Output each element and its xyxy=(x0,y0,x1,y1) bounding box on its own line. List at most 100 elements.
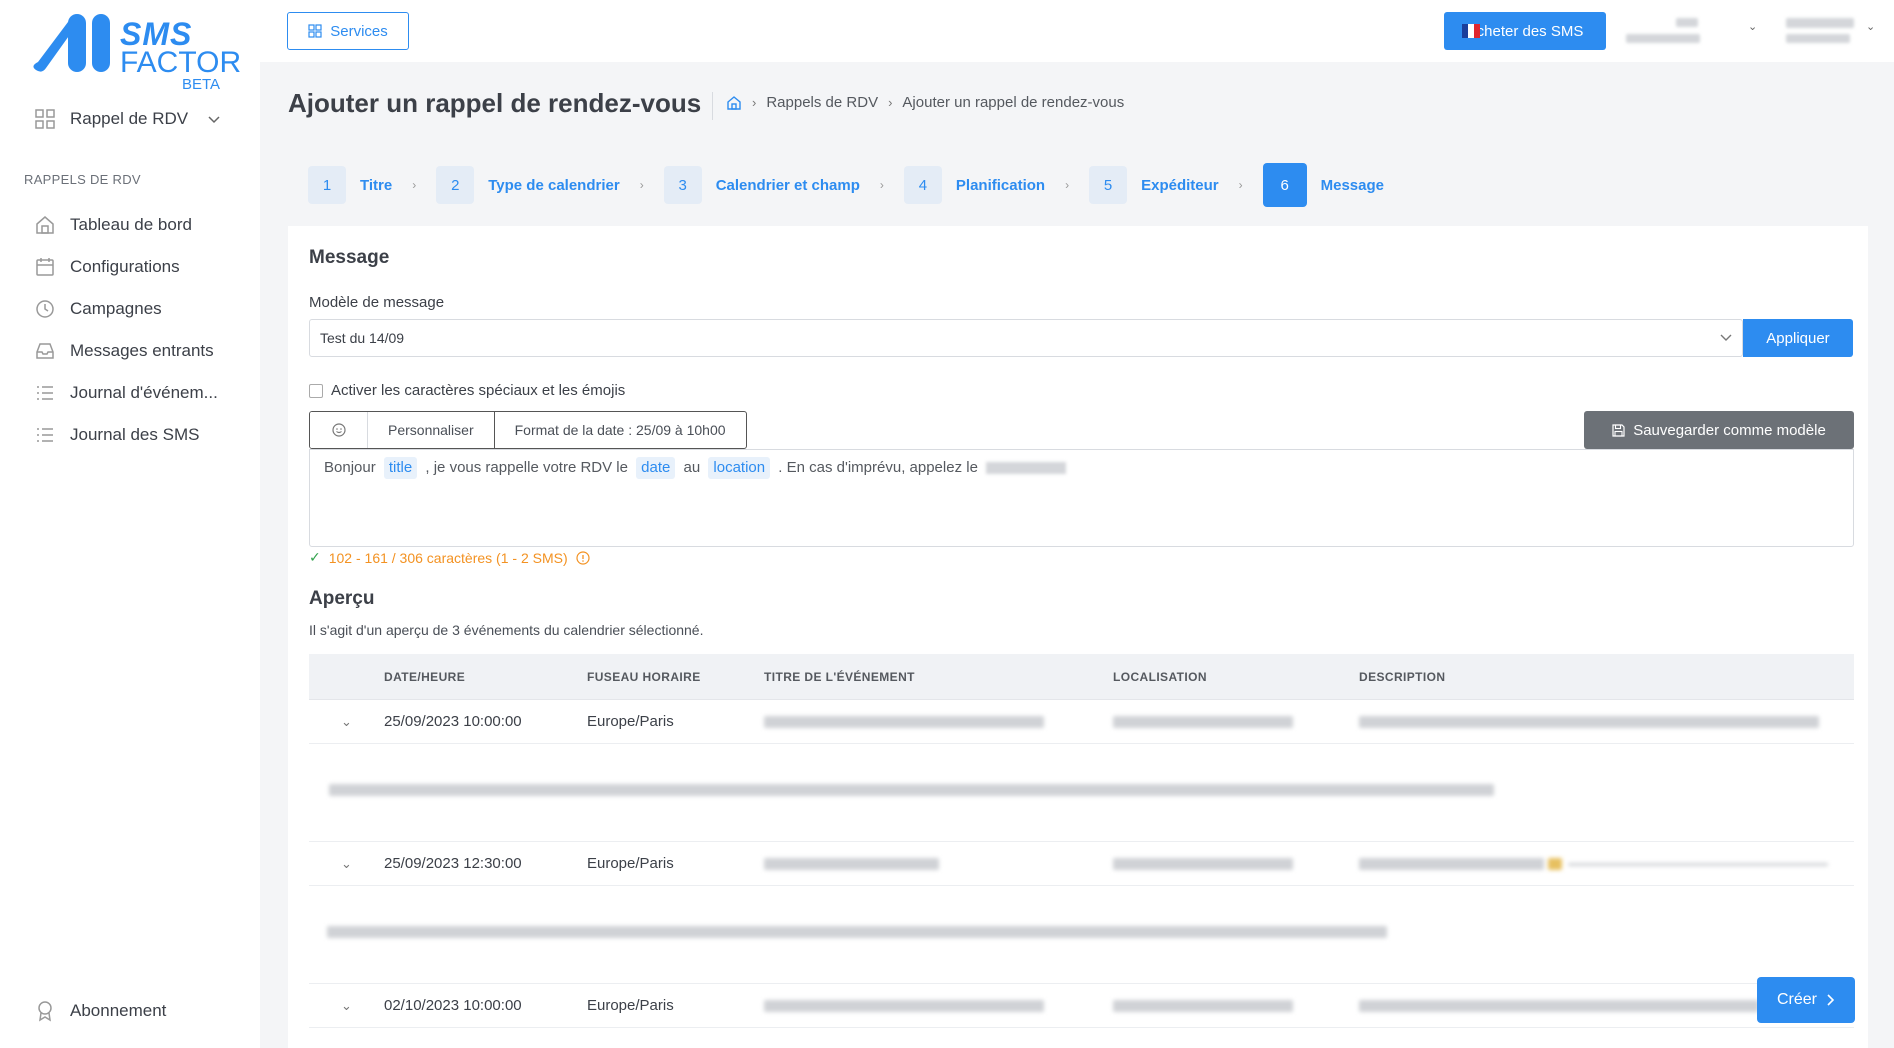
grid-icon xyxy=(35,109,55,129)
home-icon xyxy=(36,216,54,234)
sidebar-item-configurations[interactable]: Configurations xyxy=(0,246,260,288)
column-header: DESCRIPTION xyxy=(1359,669,1446,684)
special-chars-option[interactable]: Activer les caractères spéciaux et les é… xyxy=(309,382,625,399)
cell-title xyxy=(764,855,1113,872)
cell-location xyxy=(1113,997,1359,1014)
step-calendar-type[interactable]: 2 Type de calendrier xyxy=(436,166,620,204)
cell-location xyxy=(1113,855,1359,872)
character-count-text: 102 - 161 / 306 caractères (1 - 2 SMS) xyxy=(328,549,568,566)
step-planning[interactable]: 4 Planification xyxy=(903,166,1046,204)
sidebar-item-label: Tableau de bord xyxy=(70,215,192,234)
column-header: LOCALISATION xyxy=(1113,669,1207,684)
sidebar-item-label: Configurations xyxy=(70,257,180,276)
apply-button[interactable]: Appliquer xyxy=(1743,319,1853,357)
variable-tag-location[interactable]: location xyxy=(708,457,771,479)
sidebar-item-subscription[interactable]: Abonnement xyxy=(0,990,260,1032)
chevron-right-icon: › xyxy=(639,178,644,192)
variable-tag-date[interactable]: date xyxy=(636,457,676,479)
chevron-right-icon: › xyxy=(888,95,893,110)
grid-icon xyxy=(308,24,322,38)
list-icon xyxy=(37,428,53,442)
personalize-button[interactable]: Personnaliser xyxy=(368,412,495,448)
variable-tag-title[interactable]: title xyxy=(383,457,418,479)
step-number: 4 xyxy=(903,166,942,204)
step-sender[interactable]: 5 Expéditeur xyxy=(1089,166,1219,204)
cell-timezone: Europe/Paris xyxy=(587,855,674,872)
sidebar-item-dashboard[interactable]: Tableau de bord xyxy=(0,204,260,246)
user-account xyxy=(1786,34,1850,43)
app-selector[interactable]: Rappel de RDV xyxy=(34,104,230,134)
title-divider xyxy=(712,92,713,120)
phone-number xyxy=(986,462,1067,475)
cell-datetime: 25/09/2023 10:00:00 xyxy=(384,713,522,730)
calendar-icon xyxy=(36,258,54,276)
nav-section-title: RAPPELS DE RDV xyxy=(24,172,141,187)
table-header: DATE/HEURE FUSEAU HORAIRE TITRE DE L'ÉVÉ… xyxy=(309,654,1854,700)
step-number: 6 xyxy=(1262,163,1307,207)
logo-factor: FACTOR xyxy=(120,46,242,79)
row-message-preview xyxy=(309,744,1854,842)
step-calendar-field[interactable]: 3 Calendrier et champ xyxy=(663,166,860,204)
step-number: 2 xyxy=(436,166,475,204)
services-button[interactable]: Services xyxy=(287,12,409,50)
message-heading: Message xyxy=(309,247,390,268)
table-row: ⌄ 02/10/2023 10:00:00 Europe/Paris xyxy=(309,984,1854,1028)
step-message[interactable]: 6 Message xyxy=(1262,163,1384,207)
message-text: . En cas d'imprévu, appelez le xyxy=(778,459,978,476)
sidebar: SMS FACTOR BETA Rappel de RDV RAPPELS DE… xyxy=(0,0,260,1048)
sidebar-item-sms-log[interactable]: Journal des SMS xyxy=(0,414,260,456)
chevron-right-icon: › xyxy=(1065,178,1070,192)
sidebar-item-event-log[interactable]: Journal d'événem... xyxy=(0,372,260,414)
cell-datetime: 02/10/2023 10:00:00 xyxy=(384,997,522,1014)
save-icon xyxy=(1612,423,1625,437)
message-editor[interactable]: Bonjour title , je vous rappelle votre R… xyxy=(309,449,1854,547)
template-select[interactable]: Test du 14/09 xyxy=(309,319,1743,357)
step-label: Calendrier et champ xyxy=(715,176,860,194)
emoji-button[interactable] xyxy=(310,412,368,448)
preview-heading: Aperçu xyxy=(309,588,375,609)
chevron-down-icon xyxy=(1720,331,1732,345)
table-row: ⌄ 25/09/2023 10:00:00 Europe/Paris xyxy=(309,700,1854,744)
editor-toolbar: Personnaliser Format de la date : 25/09 … xyxy=(309,411,747,449)
step-title[interactable]: 1 Titre xyxy=(308,166,392,204)
template-label: Modèle de message xyxy=(309,294,445,311)
chevron-right-icon: › xyxy=(412,178,417,192)
create-button[interactable]: Créer xyxy=(1757,977,1855,1023)
credit-info-sub xyxy=(1626,34,1700,43)
language-flag-icon[interactable] xyxy=(1462,24,1480,38)
expand-toggle-icon[interactable]: ⌄ xyxy=(309,998,384,1014)
chevron-down-icon[interactable]: ⌄ xyxy=(1748,20,1757,33)
cell-title xyxy=(764,713,1113,730)
template-select-value: Test du 14/09 xyxy=(320,330,405,346)
expand-toggle-icon[interactable]: ⌄ xyxy=(309,714,384,730)
date-format-button[interactable]: Format de la date : 25/09 à 10h00 xyxy=(495,412,746,448)
step-label: Expéditeur xyxy=(1141,176,1219,194)
step-label: Planification xyxy=(955,176,1046,194)
table-row: ⌄ 25/09/2023 12:30:00 Europe/Paris xyxy=(309,842,1854,886)
home-icon[interactable] xyxy=(726,95,742,111)
info-icon[interactable] xyxy=(576,550,590,565)
sidebar-item-incoming-messages[interactable]: Messages entrants xyxy=(0,330,260,372)
user-name[interactable] xyxy=(1786,18,1854,28)
preview-table: DATE/HEURE FUSEAU HORAIRE TITRE DE L'ÉVÉ… xyxy=(309,654,1854,1028)
column-header: FUSEAU HORAIRE xyxy=(587,669,701,684)
credit-info xyxy=(1676,18,1698,27)
save-template-button[interactable]: Sauvegarder comme modèle xyxy=(1584,411,1854,449)
check-icon: ✓ xyxy=(309,549,321,565)
breadcrumb-item[interactable]: Rappels de RDV xyxy=(766,94,878,111)
cell-description xyxy=(1359,855,1854,872)
expand-toggle-icon[interactable]: ⌄ xyxy=(309,856,384,872)
chevron-right-icon xyxy=(1827,994,1835,1006)
message-text: au xyxy=(683,459,701,476)
cell-timezone: Europe/Paris xyxy=(587,997,674,1014)
logo[interactable]: SMS FACTOR BETA xyxy=(28,12,241,93)
list-icon xyxy=(37,386,53,400)
chevron-down-icon xyxy=(208,109,220,129)
step-number: 5 xyxy=(1089,166,1128,204)
special-chars-checkbox[interactable] xyxy=(309,383,323,398)
clock-icon xyxy=(36,300,54,318)
chevron-down-icon[interactable]: ⌄ xyxy=(1866,20,1875,33)
logo-beta: BETA xyxy=(182,76,221,93)
wizard-steps: 1 Titre › 2 Type de calendrier › 3 Calen… xyxy=(308,163,1384,207)
sidebar-item-campaigns[interactable]: Campagnes xyxy=(0,288,260,330)
